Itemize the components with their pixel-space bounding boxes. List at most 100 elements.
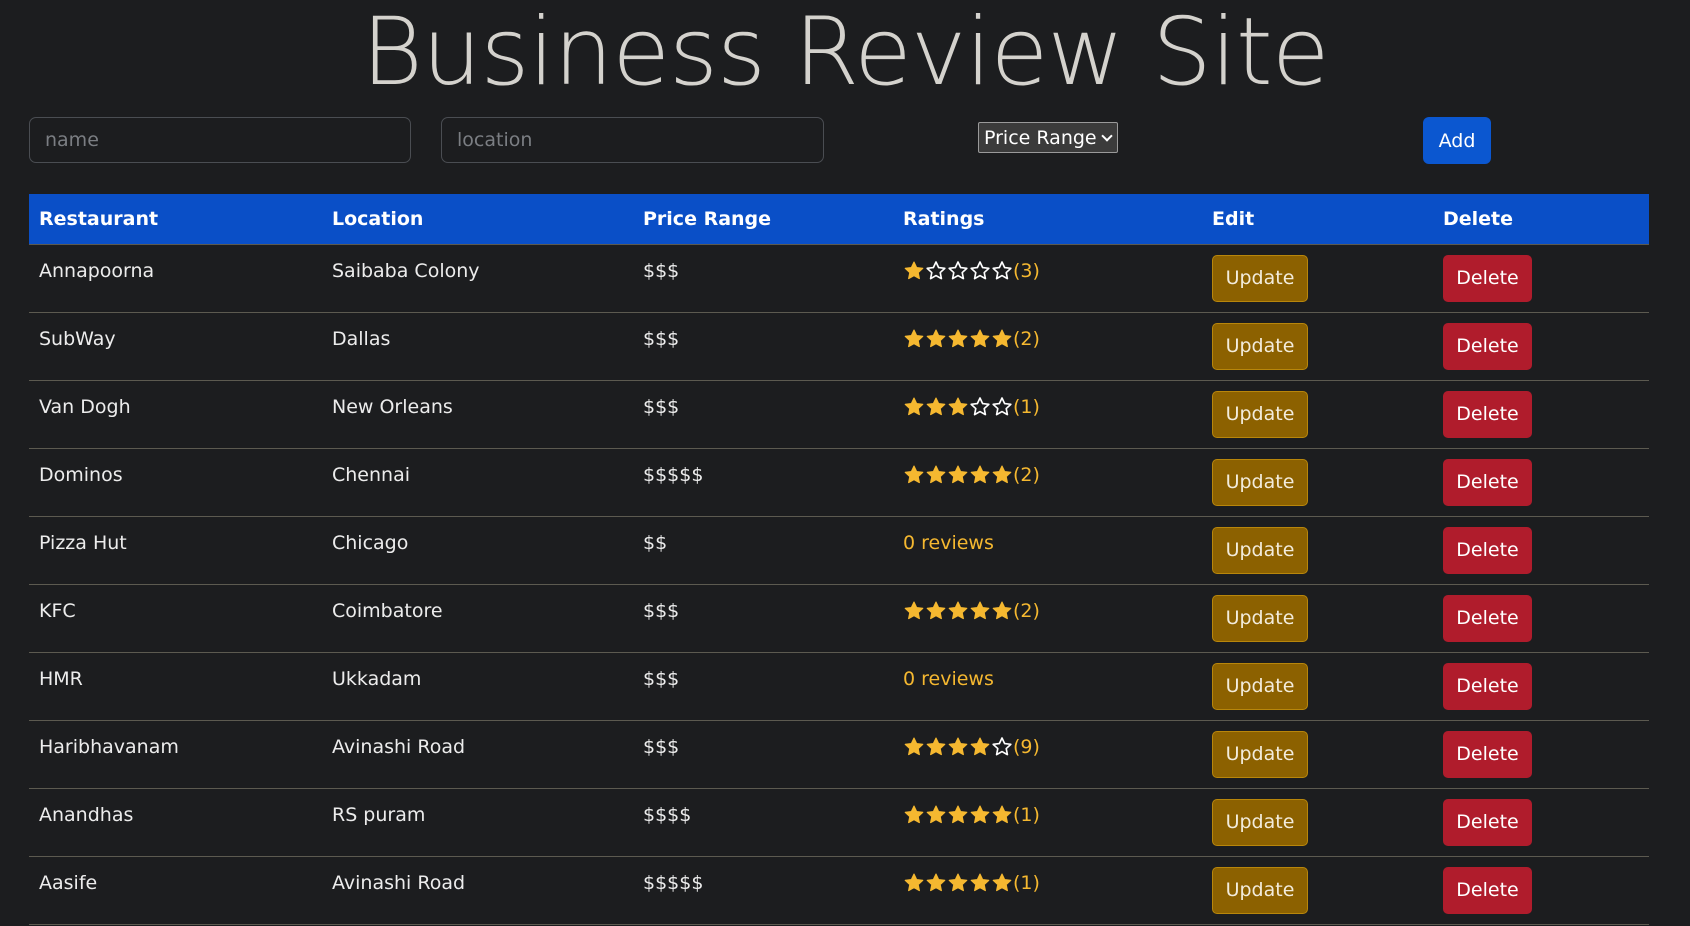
table-row: KFC Coimbatore $$$ (2) Update Delete [29,584,1649,653]
star-rating: (2) [903,585,1040,623]
restaurant-location: Chennai [332,463,411,486]
star-empty-icon [969,260,991,282]
update-button[interactable]: Update [1212,526,1308,574]
star-rating: (1) [903,381,1040,419]
price-range-select[interactable]: Price Range [978,122,1118,153]
rating-cell: (1) [893,788,1202,857]
restaurant-name: Anandhas [39,803,134,826]
rating-count: (3) [1013,259,1040,282]
restaurant-name-cell: HMR [29,652,322,721]
edit-cell: Update [1202,516,1433,585]
star-empty-icon [947,260,969,282]
table-row: HMR Ukkadam $$$ 0 reviews Update Delete [29,652,1649,721]
table-row: Pizza Hut Chicago $$ 0 reviews Update Delete [29,516,1649,585]
edit-cell: Update [1202,584,1433,653]
restaurant-location: Dallas [332,327,391,350]
edit-cell: Update [1202,652,1433,721]
delete-button[interactable]: Delete [1443,730,1532,778]
rating-cell: (1) [893,856,1202,925]
restaurant-price-range-cell: $$$$ [633,788,893,857]
star-filled-icon [991,872,1013,894]
restaurant-name: KFC [39,599,76,622]
restaurant-location-cell: New Orleans [322,380,633,449]
delete-button[interactable]: Delete [1443,254,1532,302]
restaurant-name-cell: KFC [29,584,322,653]
star-empty-icon [991,260,1013,282]
update-button[interactable]: Update [1212,322,1308,370]
update-button[interactable]: Update [1212,458,1308,506]
delete-cell: Delete [1433,856,1649,925]
restaurant-price-range-cell: $$$ [633,380,893,449]
star-empty-icon [969,396,991,418]
restaurant-price-range-cell: $$$$$ [633,448,893,517]
edit-cell: Update [1202,448,1433,517]
restaurant-name: Aasife [39,871,98,894]
update-button[interactable]: Update [1212,866,1308,914]
delete-button[interactable]: Delete [1443,798,1532,846]
rating-count: (2) [1013,599,1040,622]
rating-cell: (2) [893,312,1202,381]
restaurant-price-range-cell: $$$ [633,312,893,381]
table-row: Van Dogh New Orleans $$$ (1) Update Delete [29,380,1649,449]
rating-cell: 0 reviews [893,652,1202,721]
star-rating: (1) [903,789,1040,827]
table-body: Annapoorna Saibaba Colony $$$ (3) Update Dele… [29,244,1649,925]
update-button[interactable]: Update [1212,594,1308,642]
restaurant-price-range-cell: $$$ [633,244,893,313]
table-row: SubWay Dallas $$$ (2) Update Delete [29,312,1649,381]
restaurant-price-range-cell: $$ [633,516,893,585]
update-button[interactable]: Update [1212,254,1308,302]
update-button[interactable]: Update [1212,390,1308,438]
rating-count: (1) [1013,803,1040,826]
delete-cell: Delete [1433,720,1649,789]
restaurant-price-range-cell: $$$ [633,652,893,721]
restaurant-location-cell: Avinashi Road [322,720,633,789]
rating-cell: (9) [893,720,1202,789]
edit-cell: Update [1202,720,1433,789]
restaurant-price-range: $$$$ [643,803,692,826]
page: Business Review Site Price Range Add Res… [0,0,1690,926]
restaurant-price-range: $$$ [643,735,680,758]
delete-cell: Delete [1433,244,1649,313]
star-filled-icon [925,872,947,894]
update-button[interactable]: Update [1212,662,1308,710]
restaurant-location-cell: RS puram [322,788,633,857]
restaurant-name-cell: Anandhas [29,788,322,857]
delete-cell: Delete [1433,380,1649,449]
star-filled-icon [969,464,991,486]
star-filled-icon [947,328,969,350]
delete-button[interactable]: Delete [1443,594,1532,642]
restaurant-name: SubWay [39,327,116,350]
restaurant-name-cell: Haribhavanam [29,720,322,789]
restaurant-location: Chicago [332,531,409,554]
delete-button[interactable]: Delete [1443,322,1532,370]
update-button[interactable]: Update [1212,730,1308,778]
restaurant-location: Saibaba Colony [332,259,480,282]
star-filled-icon [947,600,969,622]
star-empty-icon [925,260,947,282]
restaurant-location-cell: Chennai [322,448,633,517]
restaurant-name: Pizza Hut [39,531,127,554]
delete-button[interactable]: Delete [1443,866,1532,914]
name-input[interactable] [29,117,411,163]
star-empty-icon [991,736,1013,758]
star-filled-icon [947,804,969,826]
table-row: Anandhas RS puram $$$$ (1) Update Delete [29,788,1649,857]
delete-button[interactable]: Delete [1443,526,1532,574]
star-filled-icon [991,328,1013,350]
star-filled-icon [969,872,991,894]
header-ratings: Ratings [893,194,1202,245]
chevron-down-icon [1100,130,1113,142]
delete-button[interactable]: Delete [1443,458,1532,506]
rating-count: (1) [1013,871,1040,894]
delete-button[interactable]: Delete [1443,662,1532,710]
rating-cell: (2) [893,448,1202,517]
star-empty-icon [991,396,1013,418]
add-button[interactable]: Add [1423,117,1491,164]
location-input[interactable] [441,117,824,163]
delete-cell: Delete [1433,448,1649,517]
update-button[interactable]: Update [1212,798,1308,846]
restaurant-name: Dominos [39,463,123,486]
restaurant-price-range: $$$ [643,667,680,690]
delete-button[interactable]: Delete [1443,390,1532,438]
